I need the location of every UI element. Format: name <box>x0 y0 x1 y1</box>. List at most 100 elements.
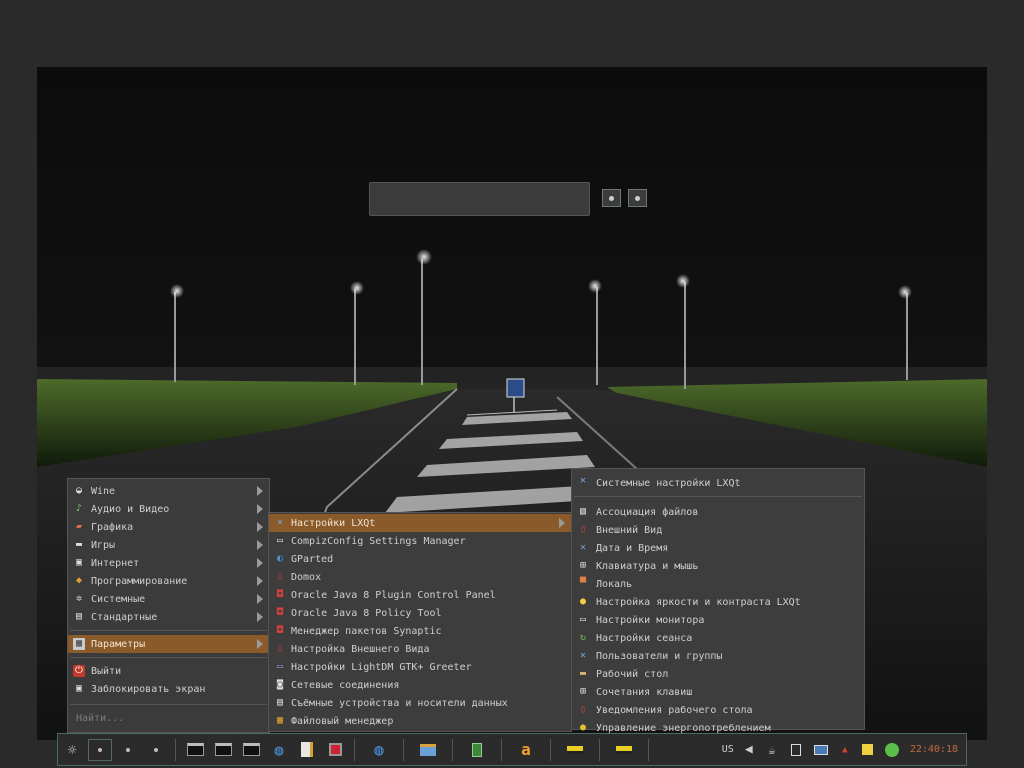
menu-item-label: Настройки сеанса <box>596 632 693 644</box>
menu-separator <box>70 630 267 631</box>
menu-item-logout[interactable]: ⏻ Выйти <box>68 662 269 680</box>
volume-control[interactable]: ◀ <box>740 739 758 761</box>
network-indicator[interactable] <box>810 739 832 761</box>
menu-item-label: Игры <box>91 539 116 551</box>
chevron-right-icon <box>257 486 263 496</box>
java-icon: ◘ <box>276 589 284 600</box>
menu-item-label: Дата и Время <box>596 542 669 554</box>
terminal-launcher[interactable] <box>211 739 235 761</box>
main-menu-item[interactable]: ▤ Стандартные <box>68 608 269 626</box>
menu-item-label: Программирование <box>91 575 188 587</box>
taskbar-separator <box>354 738 355 761</box>
main-menu-item[interactable]: ▰ Графика <box>68 518 269 536</box>
compiz-icon: ▭ <box>276 535 284 546</box>
lxqt-settings-item[interactable]: ▬ Рабочий стол <box>572 665 864 683</box>
lxqt-settings-item[interactable]: ⊞ Сочетания клавиш <box>572 683 864 701</box>
terminal-launcher[interactable] <box>239 739 263 761</box>
lxqt-settings-item[interactable]: ⊞ Клавиатура и мышь <box>572 557 864 575</box>
preferences-item[interactable]: ◙ Сетевые соединения <box>269 676 571 694</box>
desktop-switch-2[interactable] <box>116 739 140 761</box>
alert-indicator[interactable]: ▲ <box>836 739 854 761</box>
preferences-item[interactable]: ▭ CompizConfig Settings Manager <box>269 532 571 550</box>
preferences-item[interactable]: ◘ Oracle Java 8 Policy Tool <box>269 604 571 622</box>
preferences-item[interactable]: ✕ Настройки LXQt <box>269 514 571 532</box>
taskbar: ☼ ◍ ◍ a US ◀ ☕ ▲ 22:40:18 <box>57 733 967 766</box>
main-menu-item[interactable]: ▣ Интернет <box>68 554 269 572</box>
app-menu-button[interactable]: ☼ <box>60 739 84 761</box>
network-icon: ◙ <box>276 679 284 690</box>
desktop-search-box[interactable] <box>369 182 590 216</box>
lxqt-settings-item[interactable]: ✕ Дата и Время <box>572 539 864 557</box>
menu-item-label: Интернет <box>91 557 140 569</box>
preferences-item[interactable]: ▭ Настройки LightDM GTK+ Greeter <box>269 658 571 676</box>
menu-item-label: GParted <box>291 553 334 565</box>
package-icon: ◘ <box>276 625 284 636</box>
globe-icon: ◍ <box>374 740 384 759</box>
preferences-item[interactable]: ◘ Oracle Java 8 Plugin Control Panel <box>269 586 571 604</box>
sunglasses-icon <box>567 745 583 754</box>
clipboard-indicator[interactable] <box>786 739 806 761</box>
task-browser[interactable]: ◍ <box>362 739 396 761</box>
main-menu-item[interactable]: ◆ Программирование <box>68 572 269 590</box>
preferences-item[interactable]: ◘ Менеджер пакетов Synaptic <box>269 622 571 640</box>
appearance-icon: ▯ <box>276 643 284 654</box>
lxqt-settings-item[interactable]: ▯ Уведомления рабочего стола <box>572 701 864 719</box>
terminal-launcher[interactable] <box>183 739 207 761</box>
lxqt-settings-item[interactable]: ● Настройка яркости и контраста LXQt <box>572 593 864 611</box>
preferences-item[interactable]: ▯ Настройка Внешнего Вида <box>269 640 571 658</box>
task-app[interactable] <box>607 739 641 761</box>
menu-item-label: Графика <box>91 521 134 533</box>
text-editor-launcher[interactable] <box>295 739 319 761</box>
globe-icon: ▣ <box>75 557 83 568</box>
desktop-switch-1[interactable] <box>88 738 112 761</box>
clock[interactable]: 22:40:18 <box>910 744 958 755</box>
menu-item-lxqt-system-settings[interactable]: ✕ Системные настройки LXQt <box>572 472 864 494</box>
menu-item-label: Настройки LXQt <box>291 517 376 529</box>
preferences-item[interactable]: ◐ GParted <box>269 550 571 568</box>
desktop-switch-3[interactable] <box>144 739 168 761</box>
desktop-widget-button[interactable] <box>628 189 647 207</box>
notes-indicator[interactable] <box>858 739 878 761</box>
lxqt-settings-submenu: ✕ Системные настройки LXQt ▧ Ассоциация ф… <box>571 468 865 734</box>
lxqt-settings-item[interactable]: ▭ Настройки монитора <box>572 611 864 629</box>
preferences-item[interactable]: ▯ Domox <box>269 568 571 586</box>
menu-separator <box>70 657 267 658</box>
lxqt-settings-item[interactable]: ▀ Локаль <box>572 575 864 593</box>
menu-search-input[interactable]: Найти... <box>76 713 124 724</box>
lxqt-settings-item[interactable]: ▯ Внешний Вид <box>572 521 864 539</box>
taskbar-separator <box>550 738 551 761</box>
preferences-item[interactable]: ▦ Файловый менеджер <box>269 712 571 730</box>
status-indicator[interactable] <box>882 739 902 761</box>
locale-icon: ▀ <box>579 578 587 589</box>
menu-item-label: Рабочий стол <box>596 668 669 680</box>
caffeine-indicator[interactable]: ☕ <box>762 739 782 761</box>
task-file-manager[interactable] <box>411 739 445 761</box>
main-menu-item[interactable]: ▬ Игры <box>68 536 269 554</box>
main-menu-item[interactable]: ◒ Wine <box>68 482 269 500</box>
menu-item-parameters[interactable]: ▦ Параметры <box>68 635 269 653</box>
monitor-icon <box>813 744 828 755</box>
session-icon: ↻ <box>579 632 587 643</box>
menu-item-label: CompizConfig Settings Manager <box>291 535 466 547</box>
sun-gear-icon: ☼ <box>67 740 77 759</box>
document-icon <box>301 742 313 757</box>
preferences-item[interactable]: ▤ Съёмные устройства и носители данных <box>269 694 571 712</box>
task-app[interactable] <box>460 739 494 761</box>
keyboard-layout-indicator[interactable]: US <box>722 744 734 755</box>
task-amazon[interactable]: a <box>509 739 543 761</box>
chevron-right-icon <box>257 540 263 550</box>
lxqt-settings-item[interactable]: ✕ Пользователи и группы <box>572 647 864 665</box>
menu-item-label: Oracle Java 8 Plugin Control Panel <box>291 589 496 601</box>
main-menu-item[interactable]: ♪ Аудио и Видео <box>68 500 269 518</box>
lxqt-settings-item[interactable]: ▧ Ассоциация файлов <box>572 503 864 521</box>
archive-launcher[interactable] <box>323 739 347 761</box>
menu-item-label: Пользователи и группы <box>596 650 723 662</box>
main-menu-item[interactable]: ✲ Системные <box>68 590 269 608</box>
desktop-widget-button[interactable] <box>602 189 621 207</box>
menu-item-lock-screen[interactable]: ▣ Заблокировать экран <box>68 680 269 698</box>
task-app[interactable] <box>558 739 592 761</box>
taskbar-separator <box>403 738 404 761</box>
lxqt-settings-item[interactable]: ↻ Настройки сеанса <box>572 629 864 647</box>
browser-launcher[interactable]: ◍ <box>267 739 291 761</box>
green-app-icon <box>472 742 482 757</box>
